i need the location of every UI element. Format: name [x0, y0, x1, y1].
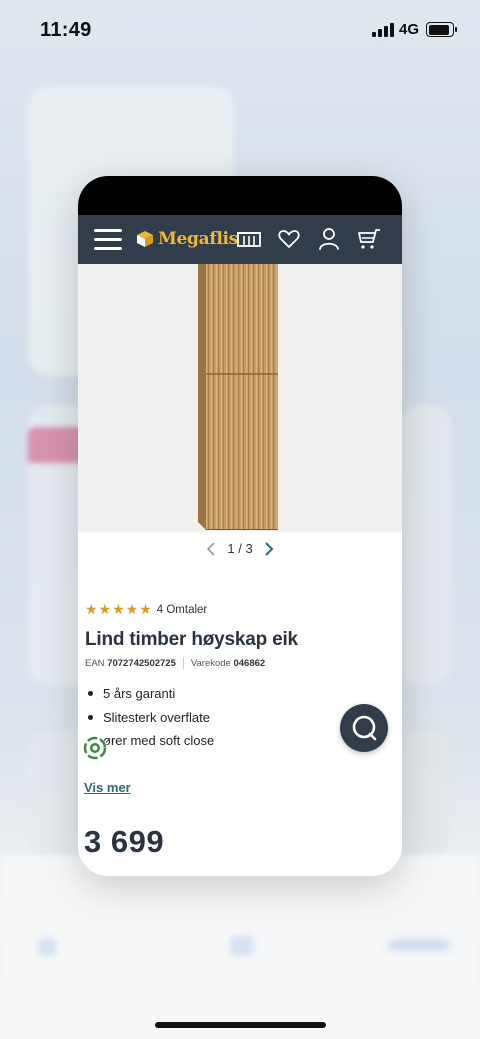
- background-app-card[interactable]: [400, 405, 452, 685]
- background-blur: [230, 936, 254, 956]
- menu-icon[interactable]: [94, 229, 122, 251]
- background-blur: [38, 938, 56, 956]
- product-codes: EAN 7072742502725 Varekode 046862: [85, 657, 265, 669]
- feature-item: 5 års garanti: [88, 686, 214, 710]
- battery-icon: [426, 22, 457, 37]
- ean-label: EAN: [85, 657, 105, 669]
- chat-icon: [352, 715, 377, 741]
- cabinet-image: [198, 264, 278, 530]
- feature-item: Slitesterk overflate: [88, 710, 214, 734]
- read-more-link[interactable]: Vis mer: [84, 780, 131, 795]
- app-preview-card[interactable]: Megaflis 1 / 3 ★★★★★ 4 Omtaler Lind timb…: [78, 176, 402, 876]
- store-icon[interactable]: [236, 229, 262, 249]
- chevron-left-icon[interactable]: [206, 541, 216, 556]
- app-top-bar: [78, 176, 402, 215]
- pager-total: 3: [245, 541, 253, 557]
- chat-button[interactable]: [340, 704, 388, 752]
- pager-separator: /: [238, 541, 242, 557]
- heart-icon[interactable]: [278, 229, 300, 249]
- code-label: Varekode: [190, 657, 231, 669]
- logo-text: Megaflis: [158, 229, 238, 249]
- ean-value: 7072742502725: [107, 657, 176, 669]
- home-indicator[interactable]: [155, 1022, 326, 1028]
- background-blur: [388, 940, 450, 950]
- feature-item: ører med soft close: [103, 733, 215, 748]
- logo-cube-icon: [137, 231, 153, 247]
- signal-icon: [372, 23, 394, 37]
- recycle-badge-icon: [83, 736, 107, 760]
- network-type: 4G: [399, 21, 420, 38]
- site-navbar: Megaflis: [78, 215, 402, 264]
- code-value: 046862: [233, 657, 266, 669]
- review-count[interactable]: 4 Omtaler: [157, 604, 208, 616]
- image-pager: 1 / 3: [78, 540, 402, 560]
- pager-current: 1: [227, 541, 235, 557]
- status-bar: 11:49 4G: [0, 0, 480, 60]
- divider: [182, 657, 184, 669]
- product-rating[interactable]: ★★★★★ 4 Omtaler: [85, 601, 207, 618]
- product-title: Lind timber høyskap eik: [85, 629, 298, 650]
- user-icon[interactable]: [318, 227, 340, 251]
- background-app-card[interactable]: [398, 730, 450, 860]
- status-time: 11:49: [40, 19, 92, 41]
- cart-icon[interactable]: [357, 228, 381, 250]
- chevron-right-icon[interactable]: [264, 541, 274, 556]
- rating-stars: ★★★★★: [85, 601, 153, 617]
- product-price: 3 699: [84, 824, 165, 859]
- product-image[interactable]: [78, 264, 402, 532]
- pager-text: 1 / 3: [227, 541, 252, 556]
- site-logo[interactable]: Megaflis: [136, 227, 238, 251]
